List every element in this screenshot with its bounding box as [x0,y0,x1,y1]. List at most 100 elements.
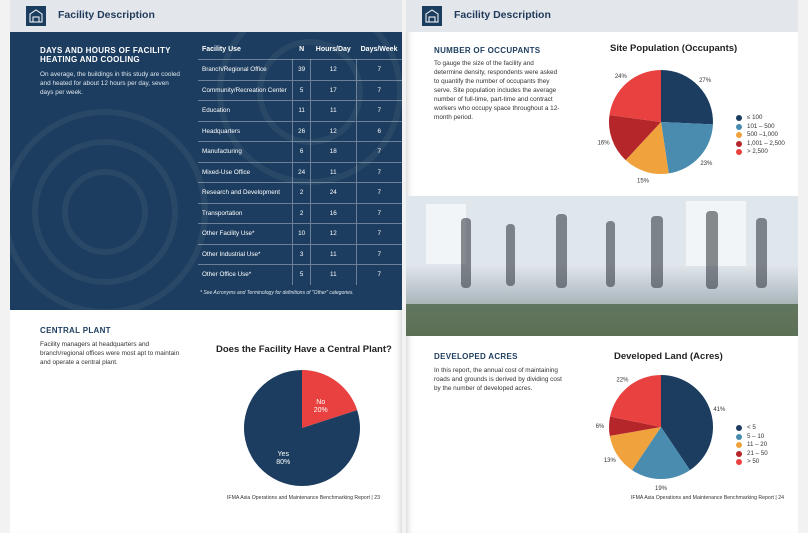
table-cell: 11 [310,100,357,121]
central-plant-block: CENTRAL PLANT Facility managers at headq… [40,326,190,367]
slice-category-label: No [316,399,325,406]
legend-item: > 50 [736,458,768,467]
slice-value-label: 27% [699,78,712,84]
table-header-row: Facility Use N Hours/Day Days/Week [198,42,402,60]
table-cell: 7 [356,264,402,285]
legend-swatch [736,115,742,122]
table-cell: Transportation [198,202,294,224]
slice-value-label: 19% [655,486,668,492]
legend-label: > 50 [747,458,760,465]
slice-category-label: Yes [278,451,290,458]
page-footer: IFMA Asia Operations and Maintenance Ben… [226,495,380,501]
table-cell: 18 [310,141,357,162]
right-page: Facility Description NUMBER OF OCCUPANTS… [406,0,798,533]
table-cell: 7 [356,223,402,244]
slice-value-label: 16% [598,141,611,147]
table-body: Branch/Regional Office 39 12 7 Community/Rec… [198,59,402,285]
slice-value-label: 41% [713,407,726,413]
slice-value-label: 6% [596,424,605,430]
table-cell: 7 [356,182,402,203]
occupants-block: NUMBER OF OCCUPANTS To gauge the size of… [434,46,564,122]
building-icon [422,6,442,26]
left-page: Facility Description DAYS AND HOURS OF F… [10,0,402,533]
table-cell: 5 [292,79,311,101]
left-header: Facility Description [10,0,402,32]
table-cell: Other Facility Use* [198,223,294,244]
table-cell: 6 [292,141,311,162]
legend-item: 101 – 500 [736,123,785,132]
legend-label: 5 – 10 [747,432,765,440]
office-photo [406,196,798,336]
column-header: Hours/Day [315,46,351,53]
table-cell: 7 [356,141,402,162]
table-cell: 11 [310,243,357,265]
table-row: Other Facility Use* 10 12 7 [198,223,402,244]
legend-swatch [736,442,742,449]
legend-swatch [736,149,742,156]
table-row: Education 11 11 7 [198,100,402,121]
legend-label: 500 –1,000 [747,131,778,138]
site-population-legend: ≤ 100 101 – 500 500 –1,000 1,001 – 2,500 > 2… [736,114,785,157]
table-cell: 5 [292,264,311,285]
occupants-description: To gauge the size of the facility and de… [434,60,560,121]
legend-swatch [736,433,742,440]
table-row: Branch/Regional Office 39 12 7 [198,59,402,80]
slice-percent-label: 80% [276,459,290,466]
table-cell: 17 [310,79,357,101]
table-row: Other Industrial Use* 3 11 7 [198,243,402,265]
hours-title: DAYS AND HOURS OF FACILITY HEATING AND C… [40,46,171,64]
developed-land-legend: < 55 – 10 11 – 20 21 – 50 > 50 [736,424,768,467]
table-cell: 7 [356,79,402,101]
legend-label: ≤ 100 [747,114,763,121]
right-header: Facility Description [406,0,798,32]
column-header: Days/Week [360,46,398,53]
legend-swatch [736,123,742,130]
chart-title: Developed Land (Acres) [614,351,723,362]
table-cell: 2 [292,202,311,224]
table-cell: Headquarters [198,120,294,142]
chart-title: Site Population (Occupants) [610,43,738,54]
legend-label: 1,001 – 2,500 [747,139,785,147]
table-cell: 11 [292,100,311,121]
table-row: Mixed-Use Office 24 11 7 [198,161,402,183]
legend-swatch [736,450,742,457]
developed-block: DEVELOPED ACRES In this report, the annu… [434,352,564,393]
slice-value-label: 23% [700,161,713,167]
table-cell: 12 [310,223,357,244]
legend-label: 11 – 20 [747,441,768,448]
legend-item: 5 – 10 [736,433,768,442]
legend-swatch [736,140,742,147]
central-plant-description: Facility managers at headquarters and br… [40,341,180,366]
legend-item: > 2,500 [736,148,785,157]
table-cell: 16 [310,202,357,224]
table-cell: 7 [356,202,402,224]
legend-item: 11 – 20 [736,441,768,450]
table-cell: 24 [310,182,357,203]
table-cell: Community/Recreation Center [198,79,294,101]
table-cell: 7 [356,100,402,121]
table-footnote: * See Acronyms and Terminology for defin… [200,290,354,296]
table-cell: Manufacturing [198,141,294,162]
table-cell: 12 [310,59,357,80]
table-row: Research and Development 2 24 7 [198,182,402,203]
table-row: Transportation 2 16 7 [198,202,402,224]
site-population-pie-chart: 27% 23% 15% 16% 24% [598,70,713,184]
legend-swatch [736,425,742,432]
legend-label: 101 – 500 [747,122,775,130]
table-row: Headquarters 26 12 6 [198,120,402,142]
hours-text-block: DAYS AND HOURS OF FACILITY HEATING AND C… [40,46,180,97]
slice-value-label: Yes 80% [276,451,290,466]
slice-value-label: 24% [615,74,628,80]
table-cell: 2 [292,182,311,203]
chart-title: Does the Facility Have a Central Plant? [216,344,392,355]
legend-swatch [736,132,742,139]
legend-item: 1,001 – 2,500 [736,140,785,149]
building-icon [26,6,46,26]
hours-panel: DAYS AND HOURS OF FACILITY HEATING AND C… [10,32,402,310]
table-cell: Other Office Use* [198,264,294,285]
page-title: Facility Description [454,9,551,21]
legend-item: < 5 [736,424,768,433]
table-cell: 39 [292,59,311,80]
table-cell: Branch/Regional Office [198,59,294,80]
legend-item: 500 –1,000 [736,131,785,140]
